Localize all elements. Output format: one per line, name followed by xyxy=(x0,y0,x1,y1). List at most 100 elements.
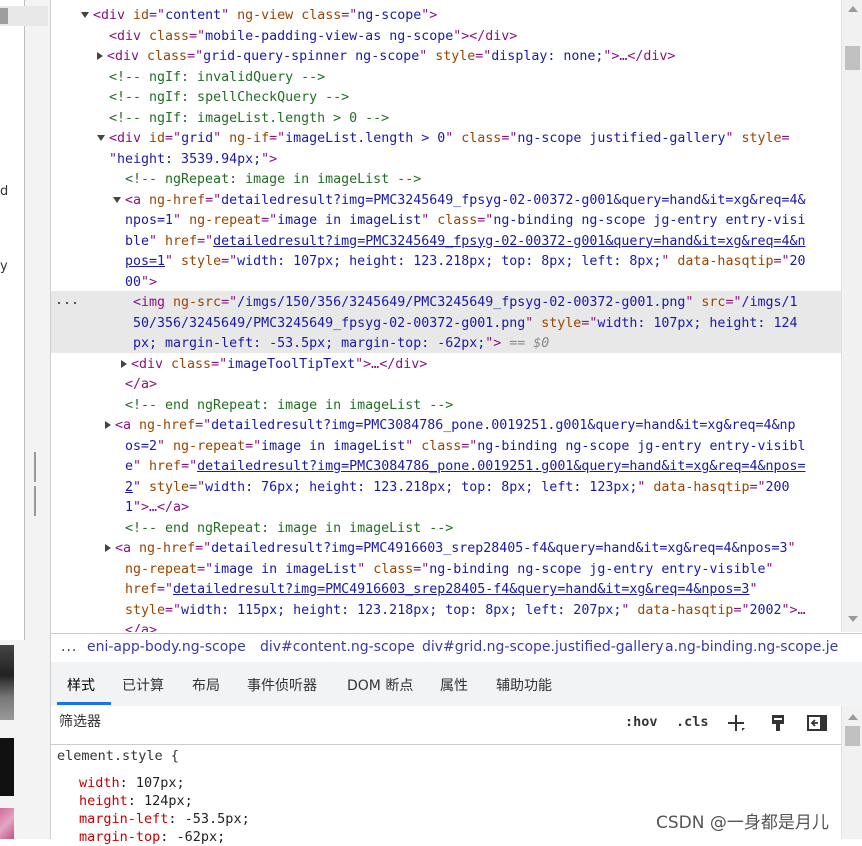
style-property[interactable]: width xyxy=(79,775,120,791)
scrollbar-thumb[interactable] xyxy=(845,46,860,70)
tree-node-line[interactable]: <a ng-href="detailedresult?img=PMC308478… xyxy=(105,416,796,437)
tree-node-line[interactable]: 2" style="width: 76px; height: 123.218px… xyxy=(125,478,790,499)
tab-accessibility[interactable]: 辅助功能 xyxy=(496,675,552,695)
token-link[interactable]: detailedresult?img=PMC3084786_pone.00192… xyxy=(197,459,805,474)
tree-node-line[interactable]: "height: 3539.94px;"> xyxy=(109,150,277,171)
tree-node-line[interactable]: os=2" ng-repeat="image in imageList" cla… xyxy=(125,437,806,458)
tree-node-line[interactable]: </a> xyxy=(125,375,157,396)
panel-resize-handle[interactable] xyxy=(34,452,40,516)
tree-node-line[interactable]: <!-- end ngRepeat: image in imageList --… xyxy=(125,396,453,417)
token-link[interactable]: detailedresult?img=PMC4916603_srep28405-… xyxy=(173,582,749,597)
tree-node-selected[interactable]: px; margin-left: -53.5px; margin-top: -6… xyxy=(133,334,549,355)
tree-node-line[interactable]: pos=1" style="width: 107px; height: 123.… xyxy=(125,252,806,273)
breadcrumb-more[interactable]: ... xyxy=(61,639,77,655)
scrollbar-thumb[interactable] xyxy=(845,726,860,746)
token-tag: =" xyxy=(189,28,206,44)
style-value[interactable]: -53.5px; xyxy=(185,811,250,827)
style-value[interactable]: -62px; xyxy=(177,829,226,845)
elements-scrollbar[interactable] xyxy=(841,0,862,632)
tree-node-line[interactable]: <a ng-href="detailedresult?img=PMC324564… xyxy=(113,191,806,212)
tab-styles[interactable]: 样式 xyxy=(67,675,95,695)
tree-node-line[interactable]: <div id="content" ng-view class="ng-scop… xyxy=(81,6,437,27)
style-value[interactable]: 107px; xyxy=(136,775,185,791)
tree-node-line[interactable]: ng-repeat="image in imageList" class="ng… xyxy=(125,560,774,581)
tree-node-line[interactable]: <div class="grid-query-spinner ng-scope"… xyxy=(97,47,675,68)
tab-event-listeners[interactable]: 事件侦听器 xyxy=(247,675,317,695)
breadcrumb-item[interactable]: eni-app-body.ng-scope xyxy=(87,639,246,655)
style-declaration[interactable]: width: 107px; xyxy=(79,774,185,792)
expanded-triangle-icon[interactable] xyxy=(113,196,121,203)
tab-dom-breakpoints[interactable]: DOM 断点 xyxy=(347,675,413,695)
tree-node-line[interactable]: href="detailedresult?img=PMC4916603_srep… xyxy=(125,580,757,601)
elements-tree[interactable]: ... <div id="content" ng-view class="ng-… xyxy=(51,4,841,632)
rendering-emulation-icon[interactable] xyxy=(767,712,789,734)
token-tag: =" xyxy=(187,49,204,64)
token-an: class xyxy=(147,49,188,64)
token-tag: " xyxy=(213,131,230,146)
class-toggle-button[interactable]: .cls xyxy=(676,714,709,730)
style-declaration[interactable]: height: 124px; xyxy=(79,792,193,810)
tree-node-line[interactable]: <div id="grid" ng-if="imageList.length >… xyxy=(97,129,790,150)
tree-node-line[interactable]: e" href="detailedresult?img=PMC3084786_p… xyxy=(125,457,806,478)
tree-node-line[interactable]: style="width: 115px; height: 123.218px; … xyxy=(125,601,806,622)
scroll-up-arrow-icon[interactable] xyxy=(848,714,858,720)
tree-node-line[interactable]: ble" href="detailedresult?img=PMC3245649… xyxy=(125,232,806,253)
tree-node-selected[interactable]: <img ng-src="/imgs/150/356/3245649/PMC32… xyxy=(133,293,798,314)
token-link[interactable]: pos=1 xyxy=(125,254,165,269)
token-an: class xyxy=(149,28,190,44)
token-link[interactable]: 2 xyxy=(125,480,133,495)
token-link[interactable]: detailedresult?img=PMC3245649_fpsyg-02-0… xyxy=(213,234,805,249)
token-tag: " xyxy=(133,479,150,495)
tab-properties[interactable]: 属性 xyxy=(440,675,468,695)
tab-computed[interactable]: 已计算 xyxy=(122,675,164,695)
token-an: href xyxy=(165,233,198,249)
expanded-triangle-icon[interactable] xyxy=(97,135,105,141)
token-cm: <!-- end ngRepeat: image in imageList --… xyxy=(125,397,454,413)
scroll-down-arrow-icon[interactable] xyxy=(848,616,858,622)
tree-node-line[interactable]: <!-- ngIf: spellCheckQuery --> xyxy=(109,88,349,109)
token-av: 00 xyxy=(125,274,142,290)
tree-node-line[interactable]: </a> xyxy=(125,621,157,632)
toggle-sidebar-icon[interactable] xyxy=(806,712,828,734)
styles-scrollbar[interactable] xyxy=(841,706,862,839)
tree-node-line[interactable]: <!-- ngRepeat: image in imageList --> xyxy=(125,170,421,191)
breadcrumb-item[interactable]: div#grid.ng-scope.justified-gallery xyxy=(422,639,664,655)
collapsed-triangle-icon[interactable] xyxy=(121,359,127,368)
hover-state-button[interactable]: :hov xyxy=(625,714,658,730)
tab-layout[interactable]: 布局 xyxy=(192,675,220,695)
collapsed-triangle-icon[interactable] xyxy=(105,421,111,429)
tree-node-line[interactable]: <!-- ngIf: imageList.length > 0 --> xyxy=(109,109,389,130)
token-av: /imgs/1 xyxy=(741,295,798,310)
style-value[interactable]: 124px; xyxy=(144,793,193,809)
node-actions-dots[interactable]: ... xyxy=(55,291,79,312)
tree-node-line[interactable]: <a ng-href="detailedresult?img=PMC491660… xyxy=(105,539,796,560)
token-tag: =" xyxy=(461,438,478,454)
tree-node-selected[interactable]: 50/356/3245649/PMC3245649_fpsyg-02-00372… xyxy=(133,314,797,335)
collapsed-triangle-icon[interactable] xyxy=(105,544,111,552)
tree-node-line[interactable]: 00"> xyxy=(125,273,157,294)
tree-node-line[interactable]: <!-- ngIf: invalidQuery --> xyxy=(109,68,325,89)
token-tag: </a> xyxy=(125,377,158,392)
collapsed-triangle-icon[interactable] xyxy=(97,52,103,60)
scroll-up-arrow-icon[interactable] xyxy=(848,6,858,12)
tree-node-line[interactable]: <div class="mobile-padding-view-as ng-sc… xyxy=(109,27,517,48)
style-property[interactable]: margin-top xyxy=(79,829,160,845)
breadcrumb-item[interactable]: div#content.ng-scope xyxy=(260,639,415,655)
filter-input[interactable]: 筛选器 xyxy=(55,706,613,738)
style-declaration[interactable]: margin-top: -62px; xyxy=(79,828,225,846)
page-preview-strip: d y xyxy=(0,0,51,839)
style-property[interactable]: height xyxy=(79,793,128,809)
tree-node-line[interactable]: 1">…</a> xyxy=(125,498,189,519)
token-an: style xyxy=(149,479,190,495)
tree-node-line[interactable]: <!-- end ngRepeat: image in imageList --… xyxy=(125,519,453,540)
token-tag: =" xyxy=(749,479,766,495)
breadcrumb-item[interactable]: a.ng-binding.ng-scope.je xyxy=(665,639,838,655)
tree-node-line[interactable]: <div class="imageToolTipText">…</div> xyxy=(121,355,427,376)
expanded-triangle-icon[interactable] xyxy=(81,12,89,18)
token-tag: ">… xyxy=(781,602,806,618)
style-property[interactable]: margin-left xyxy=(79,811,168,827)
token-tag: =" xyxy=(413,561,430,577)
tree-node-line[interactable]: npos=1" ng-repeat="image in imageList" c… xyxy=(125,211,806,232)
style-declaration[interactable]: margin-left: -53.5px; xyxy=(79,810,250,828)
new-style-rule-icon[interactable] xyxy=(725,712,747,734)
